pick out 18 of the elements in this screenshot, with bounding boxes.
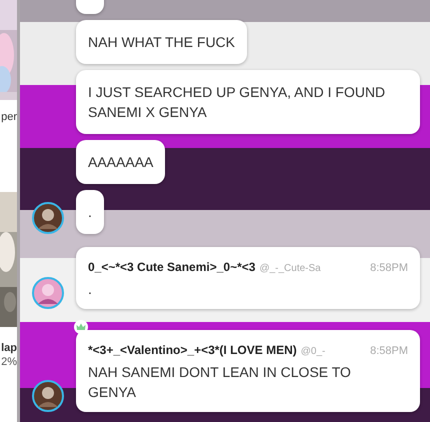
- card-title: per: [1, 110, 17, 124]
- timestamp: 8:58PM: [370, 262, 408, 274]
- author-name[interactable]: *<3+_<Valentino>_+<3*(I LOVE MEN): [88, 343, 297, 357]
- message-text: NAH WHAT THE FUCK: [88, 33, 236, 52]
- message-text: I JUST SEARCHED UP GENYA, AND I FOUND SANEMI X GENYA: [88, 83, 386, 122]
- avatar[interactable]: [32, 202, 64, 234]
- message-text: NAH SANEMI DONT LEAN IN CLOSE TO GENYA: [88, 363, 352, 402]
- message-text: .: [88, 203, 92, 222]
- message-text: .: [88, 280, 93, 299]
- author-name[interactable]: 0_<~*<3 Cute Sanemi>_0~*<3: [88, 260, 256, 274]
- avatar[interactable]: [32, 380, 64, 412]
- avatar[interactable]: [32, 277, 64, 309]
- card-percent: 2%: [1, 355, 17, 369]
- username: @_-_Cute-Sa: [259, 263, 322, 274]
- card-title: lap: [1, 341, 17, 355]
- message-text: AAAAAAA: [88, 153, 154, 172]
- timestamp: 8:58PM: [370, 345, 408, 357]
- username: @0_-: [300, 346, 326, 357]
